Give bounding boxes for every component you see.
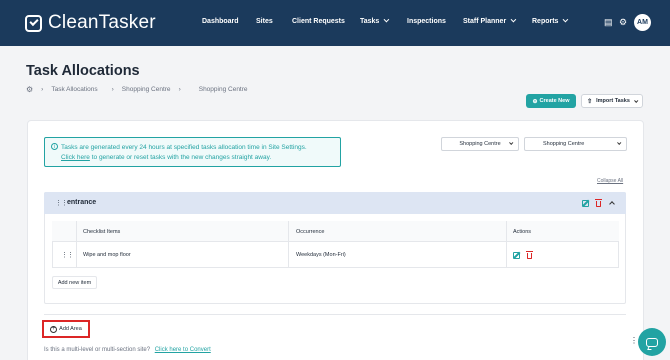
- edit-icon[interactable]: [513, 252, 520, 259]
- site-select[interactable]: Shopping Centre: [441, 137, 519, 151]
- import-tasks-button[interactable]: ⇧ Import Tasks: [581, 94, 643, 108]
- edit-icon[interactable]: [582, 200, 589, 207]
- table-divider: [506, 221, 507, 268]
- column-header-checklist-items: Checklist Items: [83, 229, 121, 235]
- breadcrumb-item-section: Shopping Centre: [198, 86, 248, 93]
- nav-tasks-label: Tasks: [360, 18, 380, 25]
- nav-staff-planner-label: Staff Planner: [463, 18, 507, 25]
- add-new-item-button[interactable]: Add new item: [52, 276, 97, 289]
- checklist-item-occurrence: Weekdays (Mon-Fri): [296, 252, 346, 258]
- chevron-down-icon: [509, 140, 514, 145]
- grid-dots-icon[interactable]: ⋮⋮: [630, 337, 646, 345]
- trash-icon[interactable]: [526, 251, 533, 259]
- user-avatar[interactable]: AM: [634, 14, 651, 31]
- checkbox-logo-icon: [25, 14, 42, 32]
- divider: [44, 314, 626, 315]
- upload-icon: ⇧: [587, 98, 593, 105]
- section-select[interactable]: Shopping Centre: [524, 137, 627, 151]
- breadcrumb-separator-icon: ›: [41, 86, 44, 93]
- info-banner-message: Tasks are generated every 24 hours at sp…: [61, 144, 307, 151]
- top-navbar: CleanTasker Dashboard Sites Client Reque…: [0, 0, 670, 46]
- drag-handle-icon[interactable]: ⋮⋮: [55, 200, 68, 207]
- column-header-actions: Actions: [513, 229, 532, 235]
- add-area-label: Add Area: [59, 326, 82, 332]
- create-new-button[interactable]: ⊕ Create New: [526, 94, 576, 108]
- brand-name: CleanTasker: [48, 12, 156, 33]
- checklist-item-name: Wipe and mop floor: [83, 252, 131, 258]
- add-area-button[interactable]: + Add Area: [42, 320, 90, 338]
- chevron-down-icon: [383, 16, 390, 23]
- breadcrumb-separator-icon: ›: [178, 86, 181, 93]
- info-banner-text: Tasks are generated every 24 hours at sp…: [61, 143, 341, 163]
- breadcrumb-item-site[interactable]: Shopping Centre: [122, 86, 171, 93]
- import-tasks-label: Import Tasks: [596, 98, 630, 104]
- nav-reports-label: Reports: [532, 18, 559, 25]
- breadcrumb-separator-icon: ›: [111, 86, 114, 93]
- info-banner-link-suffix: to generate or reset tasks with the new …: [91, 154, 272, 161]
- multi-level-prompt: Is this a multi-level or multi-section s…: [44, 347, 211, 353]
- nav-tasks[interactable]: Tasks: [360, 16, 390, 27]
- breadcrumb: ⚙ › Task Allocations › Shopping Centre ›…: [26, 85, 248, 94]
- area-header[interactable]: [44, 192, 626, 214]
- nav-inspections[interactable]: Inspections: [407, 17, 446, 27]
- chat-button[interactable]: [638, 328, 666, 356]
- chevron-down-icon: [510, 16, 517, 23]
- table-divider: [288, 221, 289, 268]
- breadcrumb-item-task-allocations[interactable]: Task Allocations: [51, 86, 97, 93]
- gear-icon[interactable]: ⚙: [26, 85, 33, 94]
- nav-dashboard[interactable]: Dashboard: [202, 17, 239, 27]
- generate-tasks-link[interactable]: Click here: [61, 154, 90, 161]
- area-title: entrance: [67, 199, 97, 206]
- nav-reports[interactable]: Reports: [532, 16, 569, 27]
- multi-level-question: Is this a multi-level or multi-section s…: [44, 347, 151, 353]
- gear-icon[interactable]: ⚙: [619, 17, 627, 27]
- column-header-occurrence: Occurrence: [296, 229, 325, 235]
- inbox-icon[interactable]: ▤: [604, 17, 613, 27]
- section-select-value: Shopping Centre: [543, 141, 585, 147]
- trash-icon[interactable]: [595, 199, 602, 207]
- checklist-table-header: [52, 221, 619, 242]
- plus-circle-icon: +: [50, 325, 58, 333]
- chat-icon: [646, 337, 658, 347]
- info-banner: i Tasks are generated every 24 hours at …: [44, 137, 341, 167]
- create-new-label: Create New: [539, 98, 570, 104]
- collapse-all-link[interactable]: Collapse All: [597, 178, 623, 184]
- site-select-value: Shopping Centre: [459, 141, 501, 147]
- chevron-down-icon: [634, 98, 639, 103]
- info-icon: i: [51, 143, 58, 150]
- nav-staff-planner[interactable]: Staff Planner: [463, 16, 517, 27]
- table-divider: [76, 221, 77, 268]
- page-title: Task Allocations: [26, 63, 140, 79]
- row-drag-handle-icon[interactable]: ⋮⋮: [61, 252, 74, 259]
- nav-sites[interactable]: Sites: [256, 17, 273, 27]
- plus-circle-icon: ⊕: [532, 98, 538, 105]
- chevron-down-icon: [617, 140, 622, 145]
- nav-client-requests[interactable]: Client Requests: [292, 17, 345, 27]
- convert-link[interactable]: Click here to Convert: [155, 347, 211, 353]
- chevron-down-icon: [563, 16, 569, 23]
- brand-logo[interactable]: CleanTasker: [25, 12, 156, 34]
